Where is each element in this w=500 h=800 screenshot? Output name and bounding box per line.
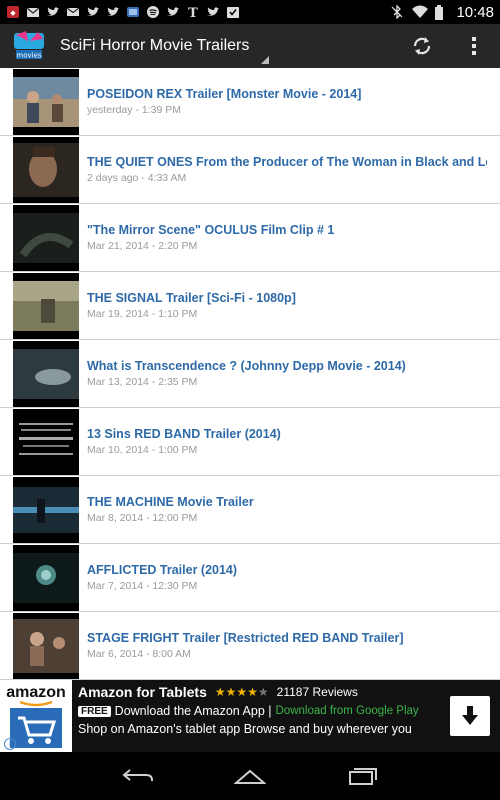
svg-text:◆: ◆ <box>10 9 16 17</box>
overflow-menu-button[interactable] <box>448 24 500 68</box>
review-count: 21187 Reviews <box>276 685 358 699</box>
item-date: Mar 13, 2014 - 2:35 PM <box>87 376 198 388</box>
ad-banner[interactable]: amazon Amazon for Tablets ★★★★★ 21187 Re… <box>0 680 500 752</box>
item-title: 13 Sins RED BAND Trailer (2014) <box>87 427 281 441</box>
refresh-icon <box>413 37 431 55</box>
ad-line2: Download the Amazon App | <box>114 704 272 718</box>
item-title: THE QUIET ONES From the Producer of The … <box>87 155 487 169</box>
svg-text:T: T <box>188 6 198 19</box>
ad-title: Amazon for Tablets <box>78 684 207 700</box>
twitter-icon <box>206 5 220 19</box>
item-date: 2 days ago - 4:33 AM <box>87 172 187 184</box>
video-thumbnail <box>13 68 79 135</box>
list-item[interactable]: "The Mirror Scene" OCULUS Film Clip # 1 … <box>0 204 500 272</box>
twitter-icon <box>46 5 60 19</box>
bluetooth-off-icon <box>390 4 404 20</box>
list-item[interactable]: 13 Sins RED BAND Trailer (2014) Mar 10, … <box>0 408 500 476</box>
home-icon <box>234 769 266 784</box>
twitter-icon <box>106 5 120 19</box>
home-button[interactable] <box>230 761 270 791</box>
item-date: Mar 21, 2014 - 2:20 PM <box>87 240 198 252</box>
item-title: AFFLICTED Trailer (2014) <box>87 563 238 577</box>
list-item[interactable]: What is Transcendence ? (Johnny Depp Mov… <box>0 340 500 408</box>
status-bar: ◆ T 10:48 <box>0 0 500 24</box>
more-vert-icon <box>472 37 476 55</box>
item-date: Mar 8, 2014 - 12:00 PM <box>87 512 198 524</box>
rating-stars-on: ★★★★ <box>214 685 258 699</box>
video-thumbnail <box>13 612 79 679</box>
recent-apps-icon <box>349 768 377 785</box>
video-thumbnail <box>13 340 79 407</box>
item-date: Mar 7, 2014 - 12:30 PM <box>87 580 198 592</box>
sd-card-icon <box>126 5 140 19</box>
refresh-button[interactable] <box>396 24 448 68</box>
trailer-list: POSEIDON REX Trailer [Monster Movie - 20… <box>0 68 500 680</box>
wifi-icon <box>412 5 429 19</box>
item-title: "The Mirror Scene" OCULUS Film Clip # 1 <box>87 223 335 237</box>
mail-icon <box>66 5 80 19</box>
item-title: What is Transcendence ? (Johnny Depp Mov… <box>87 359 406 373</box>
action-bar: movies SciFi Horror Movie Trailers <box>0 24 500 68</box>
spotify-icon <box>146 5 160 19</box>
rating-stars-off: ★ <box>257 685 269 699</box>
video-thumbnail <box>13 204 79 271</box>
rating-stars: ★★★★★ <box>215 685 269 699</box>
video-thumbnail <box>13 272 79 339</box>
app-icon-label: movies <box>16 52 41 60</box>
recent-apps-button[interactable] <box>342 761 382 791</box>
ad-source: Download from Google Play <box>275 705 419 717</box>
ad-download-button[interactable] <box>450 696 490 736</box>
notification-icons: ◆ T <box>6 5 240 21</box>
item-title: THE MACHINE Movie Trailer <box>87 495 254 509</box>
app-title-spinner[interactable]: SciFi Horror Movie Trailers <box>60 37 270 64</box>
list-item[interactable]: THE QUIET ONES From the Producer of The … <box>0 136 500 204</box>
item-title: THE SIGNAL Trailer [Sci-Fi - 1080p] <box>87 291 296 305</box>
nytimes-icon: T <box>186 5 200 21</box>
list-item[interactable]: POSEIDON REX Trailer [Monster Movie - 20… <box>0 68 500 136</box>
item-date: Mar 6, 2014 - 8:00 AM <box>87 648 191 660</box>
app-icon[interactable]: movies <box>12 29 46 63</box>
item-date: yesterday - 1:39 PM <box>87 104 181 116</box>
list-item[interactable]: STAGE FRIGHT Trailer [Restricted RED BAN… <box>0 612 500 680</box>
item-title: STAGE FRIGHT Trailer [Restricted RED BAN… <box>87 631 404 645</box>
item-date: Mar 19, 2014 - 1:10 PM <box>87 308 198 320</box>
clock: 10:48 <box>456 3 494 21</box>
download-arrow-icon <box>462 706 478 725</box>
system-navigation-bar <box>0 752 500 800</box>
app-title: SciFi Horror Movie Trailers <box>60 37 250 54</box>
download-icon <box>226 5 240 19</box>
video-thumbnail <box>13 544 79 611</box>
video-thumbnail <box>13 136 79 203</box>
gmail-icon <box>26 5 40 19</box>
dropdown-indicator-icon <box>261 56 270 64</box>
free-badge: FREE <box>78 705 111 717</box>
twitter-icon <box>86 5 100 19</box>
list-item[interactable]: THE SIGNAL Trailer [Sci-Fi - 1080p] Mar … <box>0 272 500 340</box>
battery-icon <box>434 5 448 20</box>
twitter-icon <box>166 5 180 19</box>
video-thumbnail <box>13 408 79 475</box>
back-button[interactable] <box>118 761 158 791</box>
ad-info-icon[interactable]: i <box>4 738 16 750</box>
back-icon <box>122 769 153 781</box>
android-icon: ◆ <box>6 5 20 19</box>
list-item[interactable]: THE MACHINE Movie Trailer Mar 8, 2014 - … <box>0 476 500 544</box>
ad-description: Shop on Amazon's tablet app Browse and b… <box>78 722 412 736</box>
item-date: Mar 10, 2014 - 1:00 PM <box>87 444 198 456</box>
video-thumbnail <box>13 476 79 543</box>
item-title: POSEIDON REX Trailer [Monster Movie - 20… <box>87 87 362 101</box>
list-item[interactable]: AFFLICTED Trailer (2014) Mar 7, 2014 - 1… <box>0 544 500 612</box>
